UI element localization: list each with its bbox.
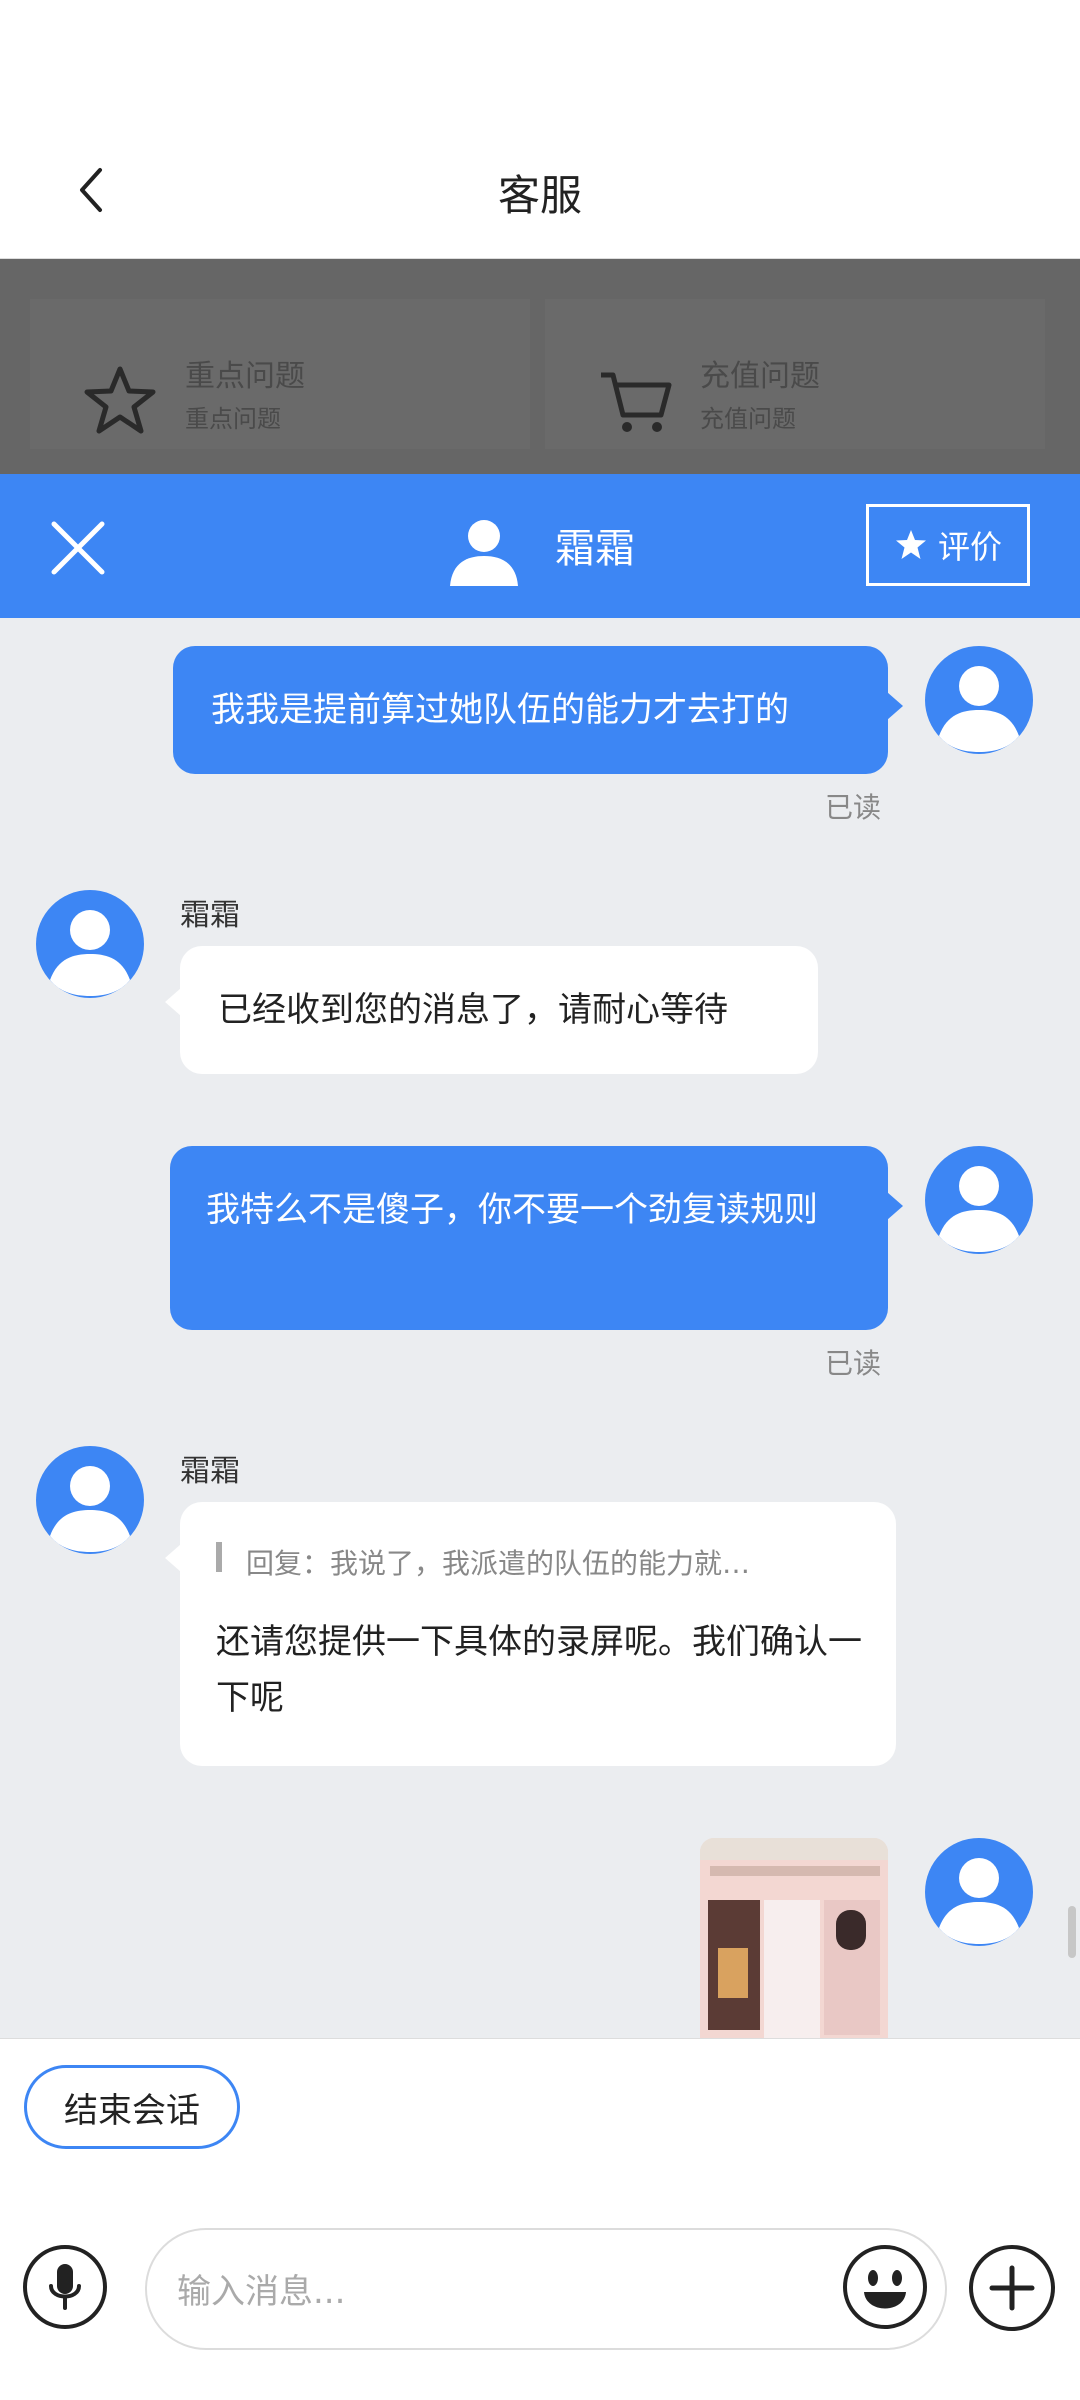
agent-avatar-icon — [36, 1446, 144, 1554]
bubble-tail — [887, 1192, 903, 1220]
faq-card-key-issues[interactable]: 重点问题 重点问题 — [30, 299, 530, 449]
star-filled-icon — [895, 530, 926, 559]
chat-header: 霜霜 评价 — [0, 474, 1080, 618]
emoji-icon[interactable] — [842, 2244, 928, 2330]
plus-icon[interactable] — [968, 2244, 1056, 2332]
faq-card-recharge[interactable]: 充值问题 充值问题 — [545, 299, 1045, 449]
message-bubble-sent[interactable]: 我我是提前算过她队伍的能力才去打的 — [173, 646, 888, 774]
bubble-tail — [165, 1544, 181, 1572]
read-status: 已读 — [825, 791, 882, 824]
read-status: 已读 — [825, 1347, 882, 1380]
rate-button[interactable]: 评价 — [866, 504, 1030, 586]
input-placeholder: 输入消息... — [177, 2272, 346, 2312]
rate-label: 评价 — [937, 528, 1002, 566]
user-avatar-icon[interactable] — [925, 646, 1033, 754]
faq-title: 充值问题 — [700, 359, 820, 394]
microphone-icon[interactable] — [22, 2244, 108, 2330]
message-bubble-sent[interactable]: 我特么不是傻子，你不要一个劲复读规则 — [170, 1146, 888, 1330]
message-text: 还请您提供一下具体的录屏呢。我们确认一下呢 — [216, 1622, 862, 1718]
close-icon[interactable] — [50, 520, 106, 576]
user-avatar-icon[interactable] — [925, 1146, 1033, 1254]
agent-avatar-icon — [450, 520, 518, 586]
cart-icon — [601, 372, 672, 432]
message-list[interactable]: 我我是提前算过她队伍的能力才去打的 已读 霜霜 已经收到您的消息了，请耐心等待 … — [0, 618, 1080, 2038]
bubble-tail — [165, 988, 181, 1016]
action-bar: 结束会话 — [0, 2038, 1080, 2174]
end-session-button[interactable]: 结束会话 — [24, 2065, 240, 2149]
page-title: 客服 — [497, 171, 582, 220]
faq-title: 重点问题 — [185, 359, 305, 394]
sender-name: 霜霜 — [180, 1454, 240, 1489]
top-nav-bar: 客服 — [0, 0, 1080, 259]
message-bubble-received[interactable]: 回复：我说了，我派遣的队伍的能力就… 还请您提供一下具体的录屏呢。我们确认一下呢 — [180, 1502, 896, 1766]
input-bar: 输入消息... — [0, 2172, 1080, 2400]
message-bubble-received[interactable]: 已经收到您的消息了，请耐心等待 — [180, 946, 818, 1074]
faq-subtitle: 重点问题 — [185, 405, 281, 433]
faq-panel: 重点问题 重点问题 充值问题 充值问题 — [0, 259, 1080, 474]
quoted-reply: 回复：我说了，我派遣的队伍的能力就… — [246, 1547, 751, 1580]
message-input[interactable]: 输入消息... — [145, 2228, 947, 2350]
quote-bar — [216, 1542, 222, 1572]
sender-name: 霜霜 — [180, 898, 240, 933]
agent-name: 霜霜 — [555, 526, 635, 572]
user-avatar-icon[interactable] — [925, 1838, 1033, 1946]
agent-avatar-icon — [36, 890, 144, 998]
star-outline-icon — [84, 366, 156, 434]
faq-subtitle: 充值问题 — [700, 405, 796, 433]
bubble-tail — [887, 692, 903, 720]
scrollbar[interactable] — [1068, 1906, 1076, 1958]
image-message-thumbnail[interactable] — [700, 1838, 888, 2038]
